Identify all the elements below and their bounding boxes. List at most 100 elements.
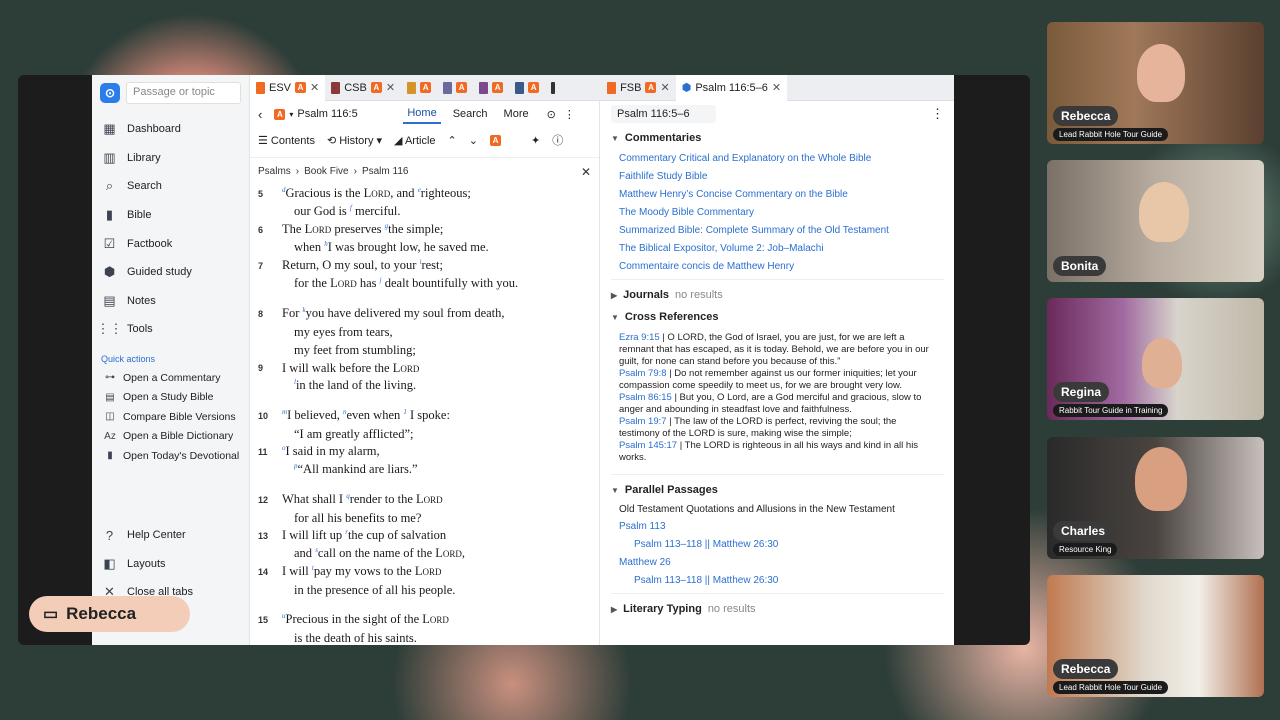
close-icon[interactable]: ✕	[772, 81, 781, 94]
verse-number: 11	[258, 447, 268, 457]
sidebar-item-label: Factbook	[127, 237, 173, 250]
more-menu-icon[interactable]: ⋮	[931, 106, 944, 122]
participant-tile[interactable]: Bonita	[1047, 160, 1264, 282]
verse-line: “I am greatly afflicted”;	[294, 426, 414, 441]
chevron-down-icon[interactable]: ▾	[289, 110, 293, 119]
commentary-link[interactable]: Matthew Henry’s Concise Commentary on th…	[619, 185, 944, 203]
article-label: Article	[404, 134, 436, 147]
commentary-link[interactable]: Commentaire concis de Matthew Henry	[619, 257, 944, 275]
logos-a-icon[interactable]: A	[489, 134, 501, 146]
layouts-icon: ◧	[103, 555, 116, 571]
passage-search-input[interactable]: Passage or topic	[126, 82, 241, 104]
tab-resource-3[interactable]: A	[401, 75, 437, 101]
logos-logo-icon[interactable]: ⊙	[100, 83, 120, 103]
tab-resource-6[interactable]: A	[509, 75, 545, 101]
section-title: Journals	[623, 289, 670, 301]
sidebar-item-factbook[interactable]: ☑ Factbook	[92, 229, 249, 258]
participant-tile[interactable]: Rebecca Lead Rabbit Hole Tour Guide	[1047, 575, 1264, 697]
cross-reference-link[interactable]: Ezra 9:15	[619, 332, 660, 343]
study-bible-icon: ▤	[105, 391, 115, 403]
breadcrumb-item[interactable]: Book Five	[304, 166, 348, 177]
sidebar-item-bible[interactable]: ▮ Bible	[92, 201, 249, 230]
parallel-passages-section-header[interactable]: ▼ Parallel Passages	[611, 479, 944, 501]
cross-references-section-header[interactable]: ▼ Cross References	[611, 306, 944, 328]
reference-box[interactable]: A ▾ Psalm 116:5	[270, 104, 395, 124]
close-icon[interactable]: ✕	[581, 165, 591, 179]
chevron-right-icon: ▶	[611, 290, 618, 300]
help-center-button[interactable]: ? Help Center	[92, 521, 250, 550]
book-icon	[607, 81, 617, 94]
commentaries-section-header[interactable]: ▼ Commentaries	[611, 127, 944, 149]
info-icon[interactable]: ⓘ	[552, 132, 563, 148]
participant-tile[interactable]: Regina Rabbit Tour Guide in Training	[1047, 298, 1264, 420]
sidebar-item-library[interactable]: ▥ Library	[92, 144, 249, 173]
literary-typing-section-header[interactable]: ▶ Literary Typing no results	[611, 598, 944, 620]
tab-resource-5[interactable]: A	[473, 75, 509, 101]
sidebar-item-tools[interactable]: ⋮⋮ Tools	[92, 315, 249, 344]
participant-tile[interactable]: Charles Resource King	[1047, 437, 1264, 559]
sidebar-item-guided-study[interactable]: ⬢ Guided study	[92, 258, 249, 287]
passage-reference-input[interactable]: Psalm 116:5–6	[611, 105, 716, 123]
commentary-link[interactable]: Commentary Critical and Explanatory on t…	[619, 149, 944, 167]
tab-resource-7[interactable]	[545, 75, 561, 101]
chevron-down-icon: ▼	[611, 133, 619, 143]
layouts-button[interactable]: ◧ Layouts	[92, 550, 250, 579]
quick-action-devotional[interactable]: ▮ Open Today's Devotional	[92, 446, 249, 466]
no-results-label: no results	[707, 603, 756, 615]
tab-resource-4[interactable]: A	[437, 75, 473, 101]
close-icon[interactable]: ✕	[310, 81, 319, 94]
book-icon	[407, 81, 417, 94]
contents-button[interactable]: ☰ Contents	[258, 134, 315, 147]
quick-action-bible-dictionary[interactable]: Az Open a Bible Dictionary	[92, 426, 249, 446]
cross-reference-link[interactable]: Psalm 86:15	[619, 392, 672, 403]
cross-reference-item: Psalm 86:15 | But you, O Lord, are a God…	[619, 392, 922, 415]
logos-a-icon: A	[370, 82, 382, 93]
commentary-link[interactable]: The Moody Bible Commentary	[619, 203, 944, 221]
more-menu-icon[interactable]: ⋮	[564, 108, 575, 121]
commentary-link[interactable]: The Biblical Expositor, Volume 2: Job–Ma…	[619, 239, 944, 257]
cross-reference-link[interactable]: Psalm 19:7	[619, 416, 667, 427]
back-arrow-icon[interactable]: ‹	[258, 107, 262, 122]
tab-search[interactable]: Search	[449, 105, 492, 123]
close-icon[interactable]: ✕	[386, 81, 395, 94]
guided-study-icon: ⬢	[103, 264, 116, 280]
chevron-up-icon[interactable]: ⌃	[448, 134, 457, 147]
lightbulb-icon[interactable]: ✦	[531, 134, 540, 147]
commentary-link[interactable]: Faithlife Study Bible	[619, 167, 944, 185]
parallel-group-link[interactable]: Matthew 26	[619, 553, 944, 571]
breadcrumb-item[interactable]: Psalm 116	[362, 166, 409, 177]
close-icon[interactable]: ✕	[660, 81, 669, 94]
tab-more[interactable]: More	[500, 105, 533, 123]
tab-esv[interactable]: ESV A ✕	[250, 75, 326, 101]
cross-reference-link[interactable]: Psalm 145:17	[619, 440, 677, 451]
sidebar-item-notes[interactable]: ▤ Notes	[92, 287, 249, 316]
commentary-link[interactable]: Summarized Bible: Complete Summary of th…	[619, 221, 944, 239]
participant-tile[interactable]: Rebecca Lead Rabbit Hole Tour Guide	[1047, 22, 1264, 144]
journals-section-header[interactable]: ▶ Journals no results	[611, 284, 944, 306]
quick-action-compare-versions[interactable]: ◫ Compare Bible Versions	[92, 407, 249, 427]
tab-home[interactable]: Home	[403, 104, 441, 124]
breadcrumb: Psalms › Book Five › Psalm 116 ✕	[250, 157, 599, 185]
chevron-down-icon[interactable]: ⌄	[469, 134, 478, 147]
participant-name: Bonita	[1053, 256, 1107, 276]
cross-reference-link[interactable]: Psalm 79:8	[619, 368, 667, 379]
sidebar-item-search[interactable]: ⌕ Search	[92, 172, 249, 201]
chevron-down-icon: ▼	[611, 312, 619, 322]
tab-csb[interactable]: CSB A ✕	[325, 75, 401, 101]
tab-fsb[interactable]: FSB A ✕	[601, 75, 676, 101]
parallel-group-link[interactable]: Psalm 113	[619, 517, 944, 535]
quick-action-label: Open a Commentary	[123, 371, 221, 384]
participant-video	[1135, 447, 1187, 511]
sidebar-item-dashboard[interactable]: ▦ Dashboard	[92, 115, 249, 144]
reference-input[interactable]: Psalm 116:5	[297, 108, 357, 120]
parallel-item-link[interactable]: Psalm 113–118 || Matthew 26:30	[619, 571, 944, 589]
article-button[interactable]: ◢ Article	[394, 134, 435, 147]
breadcrumb-item[interactable]: Psalms	[258, 166, 291, 177]
quick-action-study-bible[interactable]: ▤ Open a Study Bible	[92, 387, 249, 407]
sync-icon[interactable]: ⊙	[547, 108, 556, 121]
tab-passage-guide[interactable]: ⬢ Psalm 116:5–6 ✕	[675, 75, 788, 101]
history-button[interactable]: ⟲ History ▾	[327, 134, 382, 147]
participant-role: Rabbit Tour Guide in Training	[1053, 404, 1169, 417]
parallel-item-link[interactable]: Psalm 113–118 || Matthew 26:30	[619, 535, 944, 553]
quick-action-commentary[interactable]: ⊶ Open a Commentary	[92, 368, 249, 388]
